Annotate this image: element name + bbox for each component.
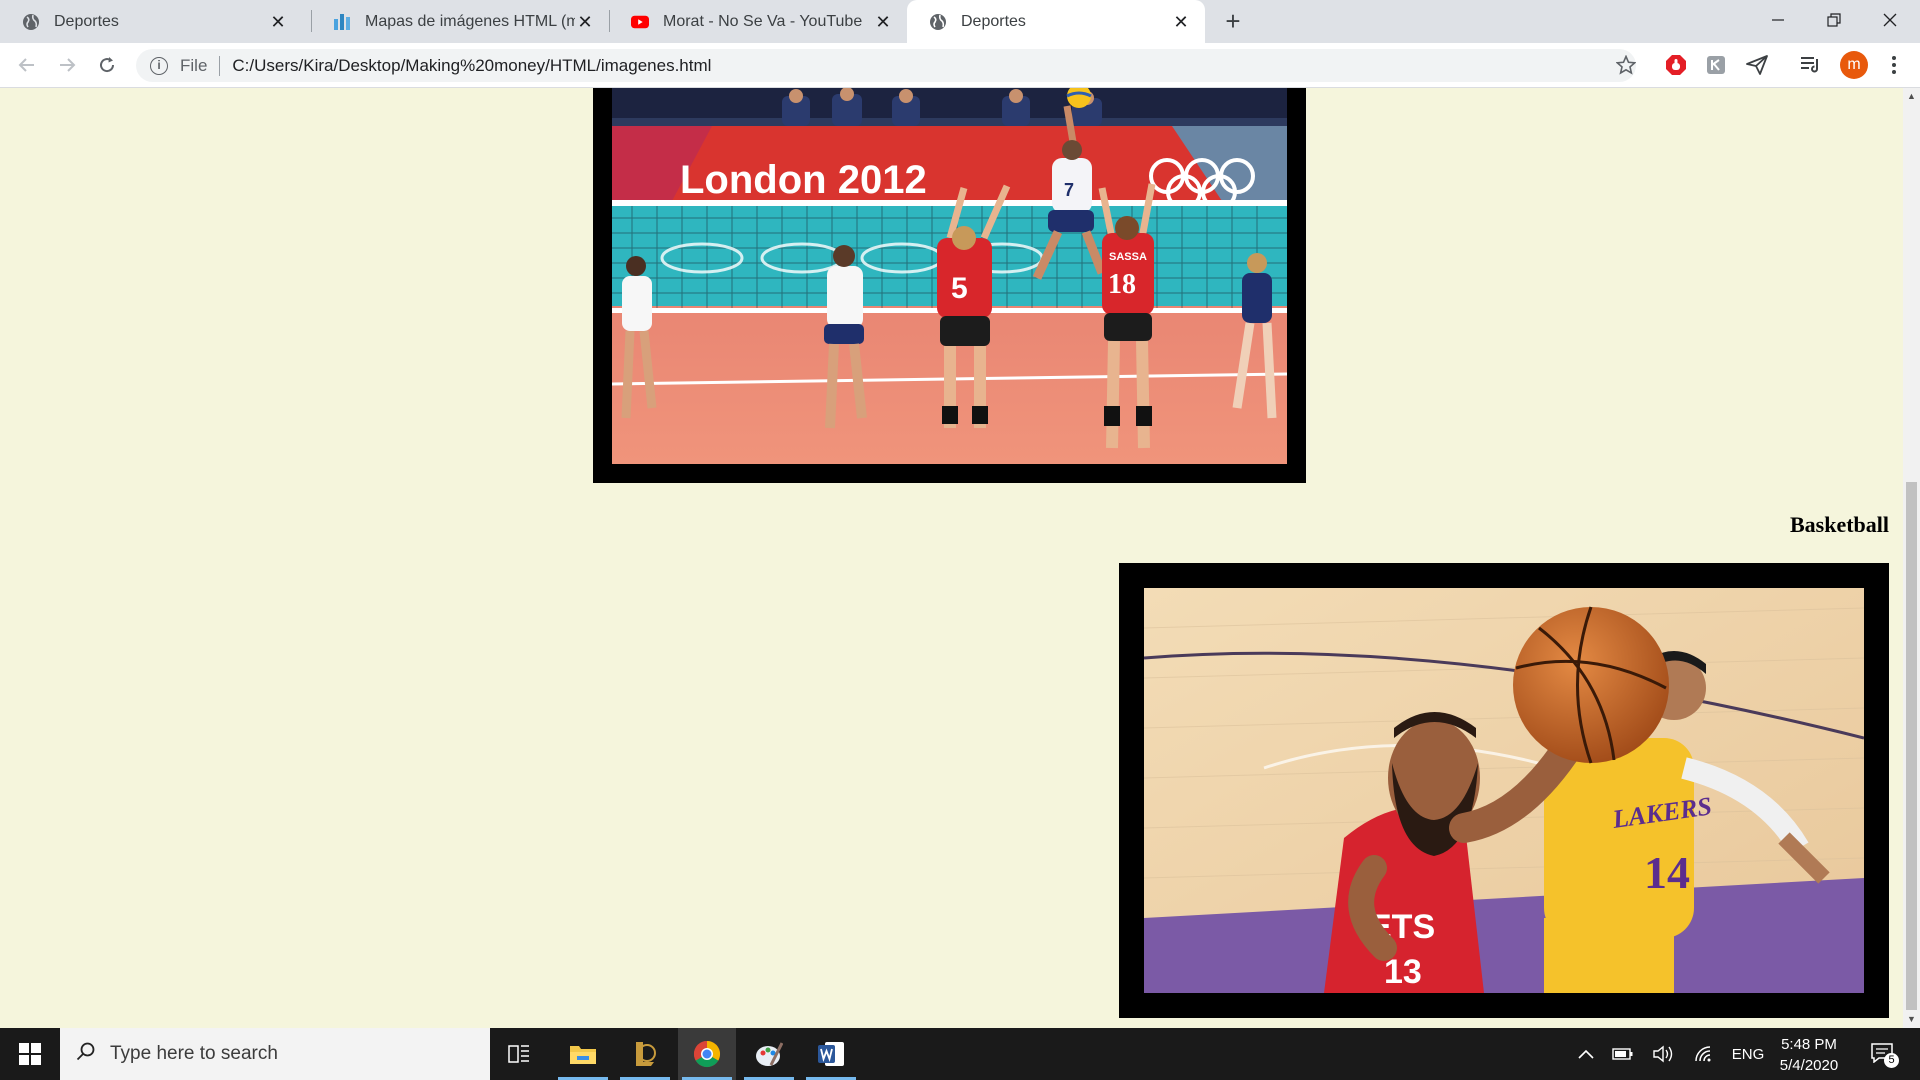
forward-button[interactable] [53, 51, 81, 79]
task-view-icon [508, 1045, 529, 1063]
site-logo-icon [333, 13, 351, 31]
minimize-icon [1772, 19, 1784, 21]
forward-arrow-icon [60, 58, 76, 72]
new-tab-button[interactable]: + [1218, 6, 1248, 36]
browser-menu-button[interactable] [1880, 51, 1908, 79]
media-queue-icon[interactable] [1799, 53, 1823, 77]
jersey-number: 7 [1064, 180, 1074, 200]
file-explorer-icon [570, 1046, 596, 1064]
volleyball-image-frame: London 2012 7 5 SASSA 18 [593, 88, 1306, 483]
tab-strip: Deportes ✕ Mapas de imágenes HTML (map ✕… [0, 0, 1920, 43]
notification-count-badge: 5 [1884, 1053, 1899, 1068]
adblock-extension-icon[interactable] [1664, 53, 1688, 77]
word-icon [818, 1042, 844, 1066]
battery-icon[interactable] [1608, 1028, 1638, 1080]
minimize-button[interactable] [1750, 0, 1806, 40]
chevron-up-icon [1578, 1049, 1594, 1059]
section-heading-basketball: Basketball [1789, 512, 1889, 537]
close-window-button[interactable] [1862, 0, 1918, 40]
send-extension-icon[interactable] [1745, 53, 1769, 77]
url-text[interactable]: C:/Users/Kira/Desktop/Making%20money/HTM… [232, 56, 711, 76]
youtube-icon [631, 13, 649, 31]
back-button[interactable] [13, 51, 41, 79]
browser-toolbar: i File C:/Users/Kira/Desktop/Making%20mo… [0, 43, 1920, 88]
tab-title: Deportes [961, 12, 1026, 30]
clock-date: 5/4/2020 [1779, 1057, 1839, 1074]
page-viewport: London 2012 7 5 SASSA 18 Basketball LAKE… [0, 88, 1920, 1028]
globe-icon [22, 13, 40, 31]
site-info-icon[interactable]: i [150, 56, 168, 75]
task-view-button[interactable] [490, 1028, 548, 1080]
chrome-icon [693, 1040, 721, 1068]
tab-close-icon[interactable]: ✕ [268, 12, 288, 32]
reload-button[interactable] [93, 51, 121, 79]
show-hidden-icons-button[interactable] [1572, 1028, 1600, 1080]
restore-icon [1827, 13, 1841, 27]
volume-icon[interactable] [1648, 1028, 1678, 1080]
extension-puzzle-icon[interactable] [1704, 53, 1728, 77]
star-icon [1616, 55, 1636, 75]
tab-mapas[interactable]: Mapas de imágenes HTML (map ✕ [311, 0, 609, 43]
tab-close-icon[interactable]: ✕ [575, 12, 595, 32]
address-bar[interactable]: i File C:/Users/Kira/Desktop/Making%20mo… [136, 49, 1636, 82]
tab-title: Morat - No Se Va - YouTube [663, 12, 863, 30]
action-center-button[interactable]: 5 [1862, 1028, 1904, 1080]
windows-taskbar: Type here to search ENG 5:48 PM 5/4/2020… [0, 1028, 1920, 1080]
basketball-image-frame: LAKERS 14 ETS 13 [1119, 563, 1889, 1018]
search-placeholder: Type here to search [110, 1043, 278, 1064]
taskbar-search-box[interactable]: Type here to search [60, 1028, 490, 1080]
wifi-icon[interactable] [1690, 1028, 1720, 1080]
scroll-down-arrow[interactable]: ▼ [1903, 1011, 1920, 1028]
bookmark-star-button[interactable] [1612, 51, 1640, 79]
file-explorer-button[interactable] [554, 1028, 612, 1080]
jersey-number: 14 [1644, 847, 1690, 898]
tab-close-icon[interactable]: ✕ [1171, 12, 1191, 32]
reload-icon [100, 57, 115, 73]
back-arrow-icon [18, 58, 34, 72]
page-scrollbar[interactable]: ▲ ▼ [1903, 88, 1920, 1028]
notification-icon: 5 [1871, 1043, 1899, 1068]
scroll-up-arrow[interactable]: ▲ [1903, 88, 1920, 105]
chrome-button[interactable] [678, 1028, 736, 1080]
london-2012-banner: London 2012 [680, 158, 927, 202]
basketball-scene: LAKERS 14 ETS 13 [1144, 588, 1864, 993]
profile-avatar[interactable]: m [1840, 51, 1868, 79]
basketball-photo[interactable]: LAKERS 14 ETS 13 [1144, 588, 1864, 993]
more-vert-icon [1892, 56, 1896, 74]
close-icon [1883, 13, 1897, 27]
tab-title: Deportes [54, 12, 119, 30]
jersey-name: SASSA [1109, 251, 1147, 263]
tab-deportes-1[interactable]: Deportes ✕ [0, 0, 302, 43]
clock-time: 5:48 PM [1781, 1036, 1837, 1053]
volleyball-photo[interactable]: London 2012 7 5 SASSA 18 [612, 88, 1287, 464]
tab-youtube[interactable]: Morat - No Se Va - YouTube ✕ [609, 0, 907, 43]
search-icon [76, 1041, 96, 1067]
windows-logo-icon [19, 1043, 41, 1065]
jersey-number: 5 [951, 272, 968, 305]
start-button[interactable] [0, 1028, 60, 1080]
restore-button[interactable] [1806, 0, 1862, 40]
volleyball-scene: London 2012 7 5 SASSA 18 [612, 88, 1287, 464]
paint-icon [756, 1042, 783, 1066]
jersey-number: 18 [1108, 269, 1136, 300]
tab-deportes-active[interactable]: Deportes ✕ [907, 0, 1205, 43]
paint-button[interactable] [740, 1028, 798, 1080]
league-client-button[interactable] [616, 1028, 674, 1080]
globe-icon [929, 13, 947, 31]
scheme-label: File [180, 55, 208, 75]
taskbar-clock[interactable]: 5:48 PM 5/4/2020 [1764, 1034, 1854, 1076]
league-client-icon [636, 1042, 656, 1066]
scrollbar-thumb[interactable] [1906, 482, 1917, 1010]
word-button[interactable] [802, 1028, 860, 1080]
address-divider [219, 55, 221, 76]
tab-close-icon[interactable]: ✕ [873, 12, 893, 32]
tab-title: Mapas de imágenes HTML (map [365, 12, 575, 30]
